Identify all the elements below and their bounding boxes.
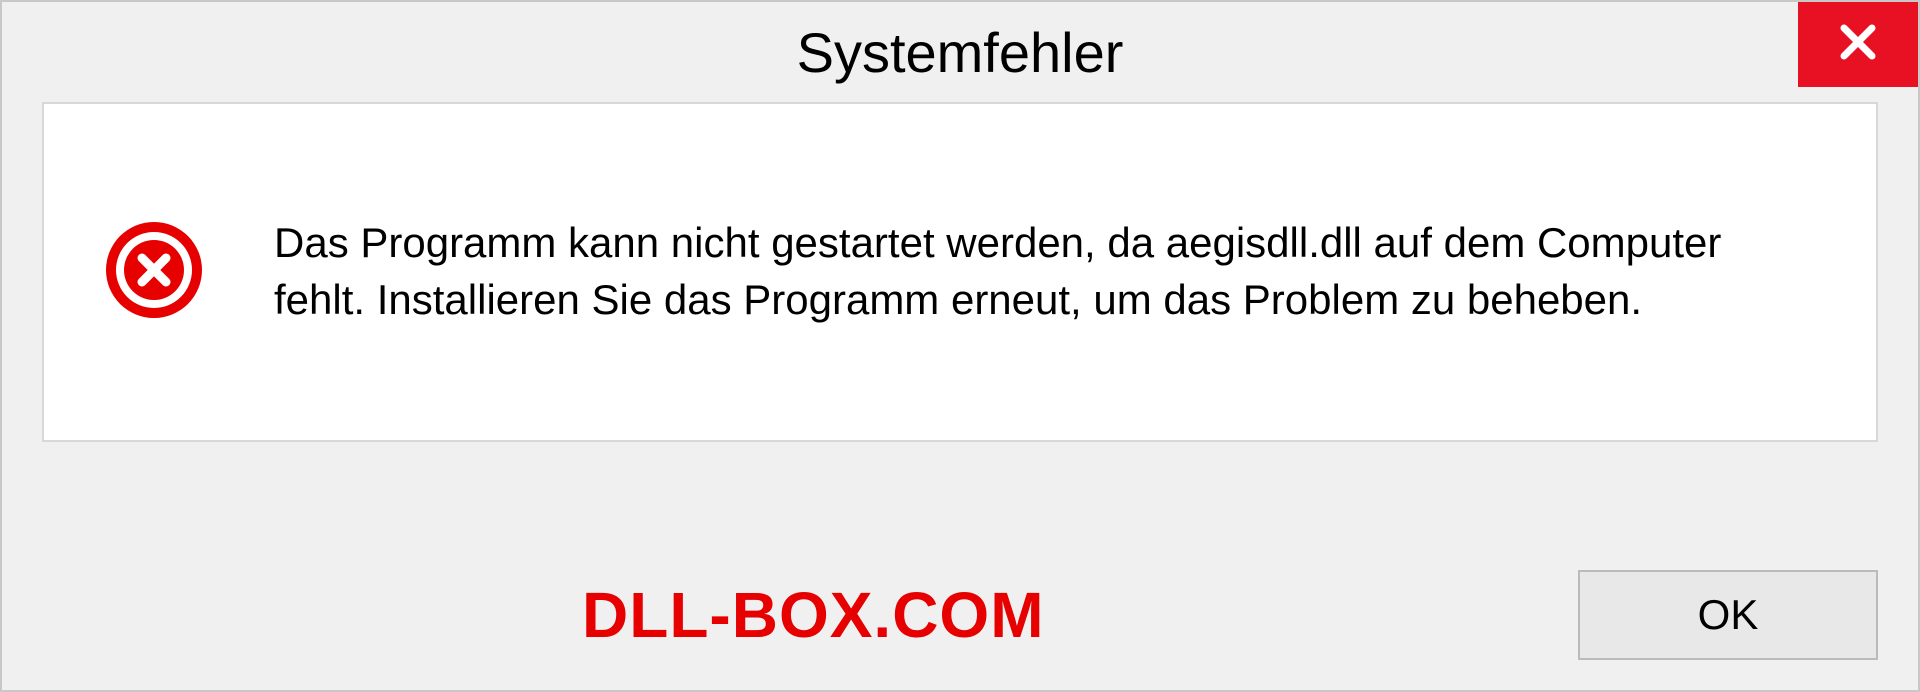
ok-button-label: OK	[1698, 591, 1759, 639]
content-area: Das Programm kann nicht gestartet werden…	[42, 102, 1878, 442]
error-dialog: Systemfehler Das Programm kann nicht ges…	[0, 0, 1920, 692]
ok-button[interactable]: OK	[1578, 570, 1878, 660]
dialog-title: Systemfehler	[797, 20, 1124, 85]
titlebar: Systemfehler	[2, 2, 1918, 102]
error-icon	[104, 220, 204, 325]
close-button[interactable]	[1798, 2, 1918, 87]
watermark-text: DLL-BOX.COM	[582, 578, 1045, 652]
error-message: Das Programm kann nicht gestartet werden…	[274, 215, 1816, 328]
footer: DLL-BOX.COM OK	[2, 570, 1918, 660]
close-icon	[1834, 18, 1882, 71]
